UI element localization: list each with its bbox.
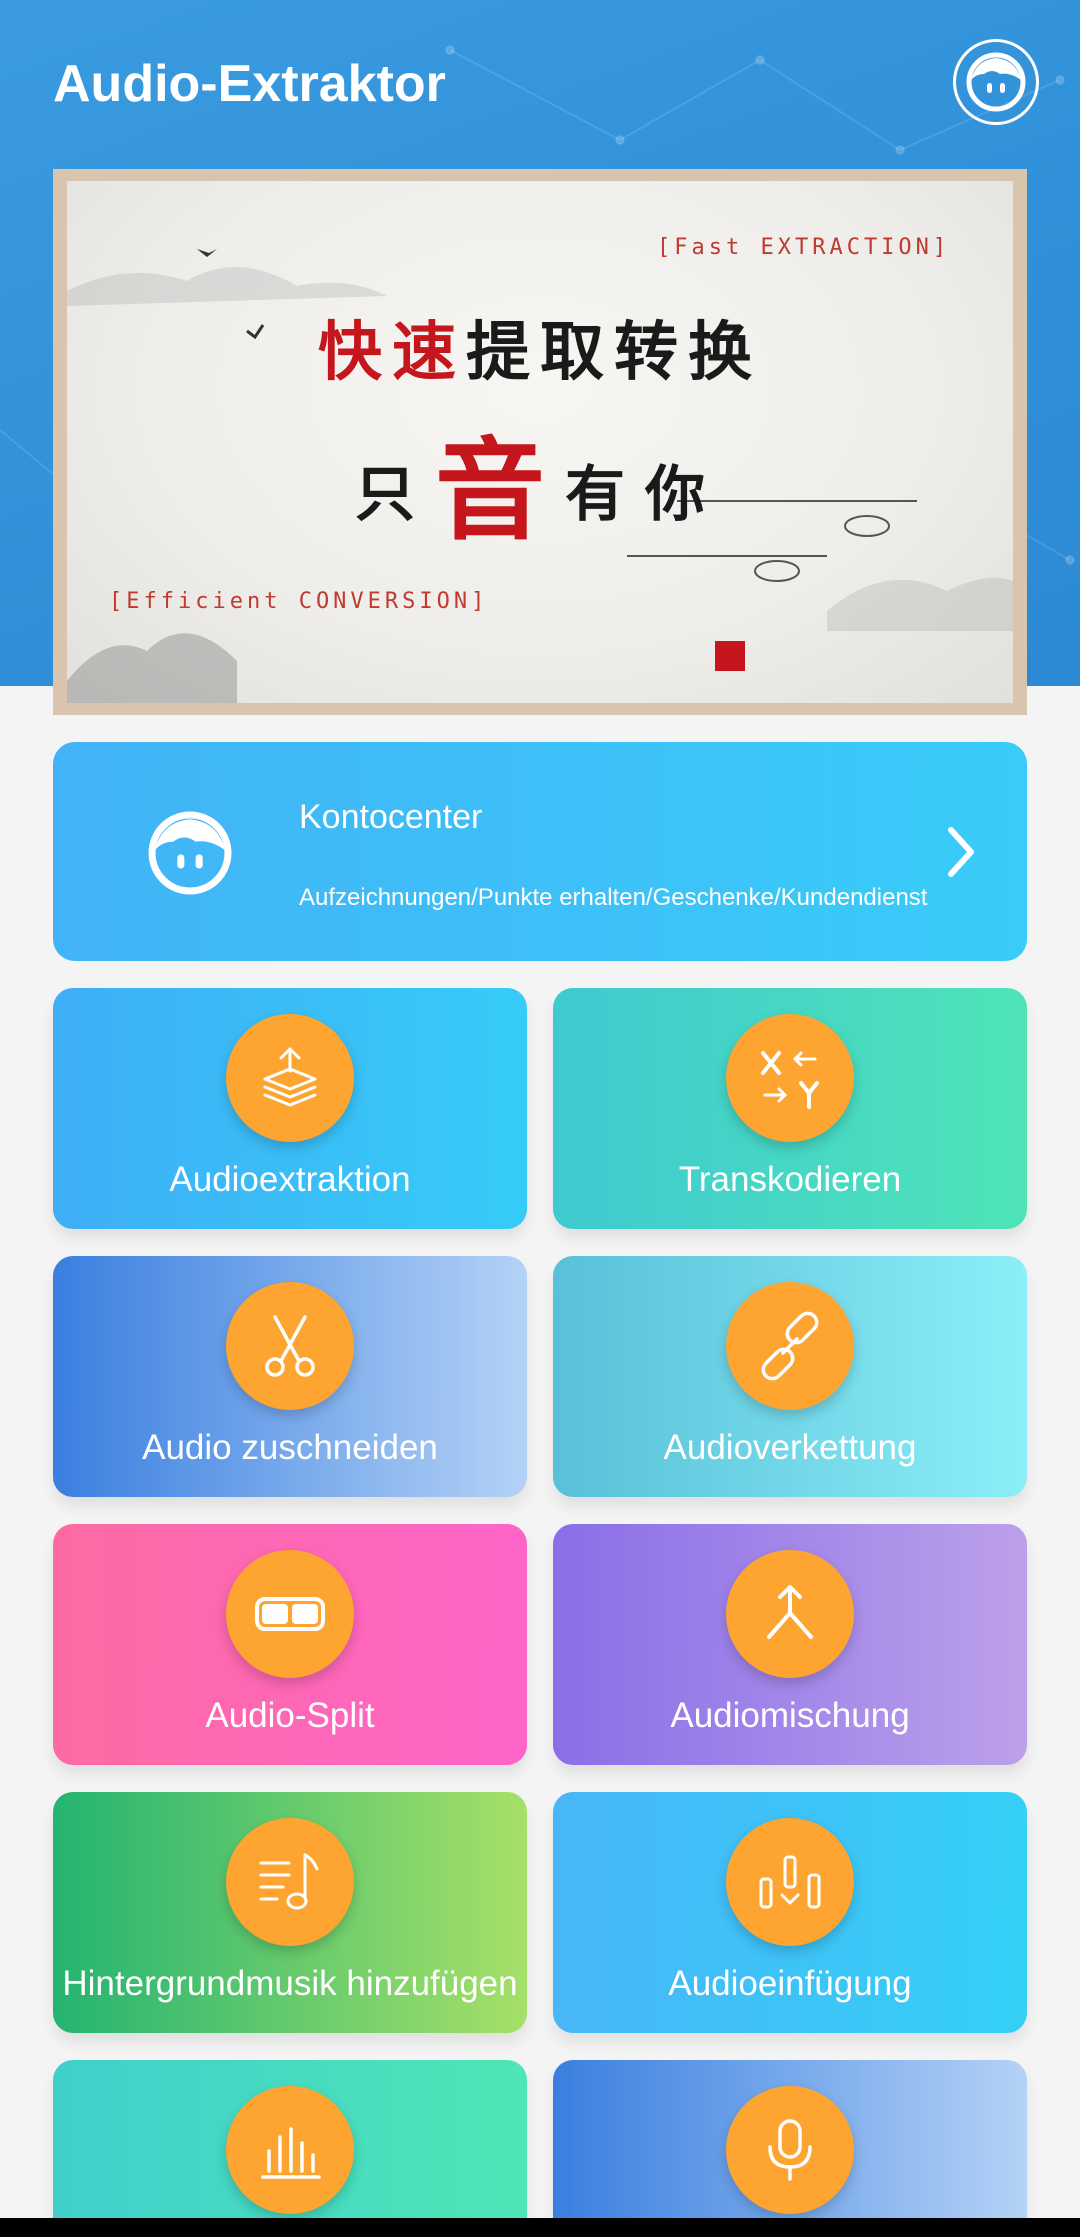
tile-audio-extraction[interactable]: Audioextraktion: [53, 988, 527, 1229]
user-face-icon: [148, 811, 232, 895]
equalizer-icon: [226, 2086, 354, 2214]
tile-audio-concat[interactable]: Audioverkettung: [553, 1256, 1027, 1497]
merge-icon: [726, 1550, 854, 1678]
tile-audio-mix[interactable]: Audiomischung: [553, 1524, 1027, 1765]
music-list-icon: [226, 1818, 354, 1946]
layers-upload-icon: [226, 1014, 354, 1142]
account-center-subtitle: Aufzeichnungen/Punkte erhalten/Geschenke…: [299, 884, 928, 911]
user-face-icon: [966, 52, 1026, 112]
system-navigation-bar: [0, 2218, 1080, 2237]
banner-headline-black: 提取转换: [466, 316, 762, 388]
banner-tag-bottom: [Efficient CONVERSION]: [109, 589, 489, 614]
tile-transcode[interactable]: Transkodieren: [553, 988, 1027, 1229]
banner-image: [Fast EXTRACTION] 快速提取转换 只音有你 [Efficient…: [67, 181, 1013, 703]
tile-label: Audiomischung: [670, 1696, 910, 1735]
link-icon: [726, 1282, 854, 1410]
tile-label: Hintergrundmusik hinzufügen: [62, 1964, 518, 2003]
banner-tag-top: [Fast EXTRACTION]: [657, 235, 951, 260]
split-icon: [226, 1550, 354, 1678]
banner-slogan-big: 音: [435, 430, 565, 553]
tile-label: Audio zuschneiden: [142, 1428, 438, 1467]
audio-insert-icon: [726, 1818, 854, 1946]
account-center-card[interactable]: Kontocenter Aufzeichnungen/Punkte erhalt…: [53, 742, 1027, 961]
promo-banner[interactable]: [Fast EXTRACTION] 快速提取转换 只音有你 [Efficient…: [53, 169, 1027, 715]
scissors-icon: [226, 1282, 354, 1410]
tile-recording[interactable]: [553, 2060, 1027, 2237]
account-center-title: Kontocenter: [299, 798, 483, 836]
chevron-right-icon: [948, 827, 974, 877]
transcode-xy-icon: [726, 1014, 854, 1142]
profile-avatar-button[interactable]: [953, 39, 1039, 125]
tile-audio-split[interactable]: Audio-Split: [53, 1524, 527, 1765]
tile-label: Audioeinfügung: [668, 1964, 912, 2003]
banner-slogan-b: 有你: [565, 461, 725, 528]
tile-label: Audio-Split: [205, 1696, 375, 1735]
tile-label: Audioextraktion: [169, 1160, 411, 1199]
tile-equalizer[interactable]: [53, 2060, 527, 2237]
banner-headline-red: 快速: [318, 316, 466, 388]
tile-label: Transkodieren: [678, 1160, 902, 1199]
app-title: Audio-Extraktor: [53, 55, 446, 113]
tile-label: Audioverkettung: [663, 1428, 917, 1467]
banner-headline: 快速提取转换: [67, 301, 1013, 393]
banner-slogan-a: 只: [355, 461, 435, 528]
microphone-icon: [726, 2086, 854, 2214]
tile-audio-cut[interactable]: Audio zuschneiden: [53, 1256, 527, 1497]
tile-add-background-music[interactable]: Hintergrundmusik hinzufügen: [53, 1792, 527, 2033]
banner-slogan: 只音有你: [67, 401, 1013, 561]
tile-audio-insert[interactable]: Audioeinfügung: [553, 1792, 1027, 2033]
